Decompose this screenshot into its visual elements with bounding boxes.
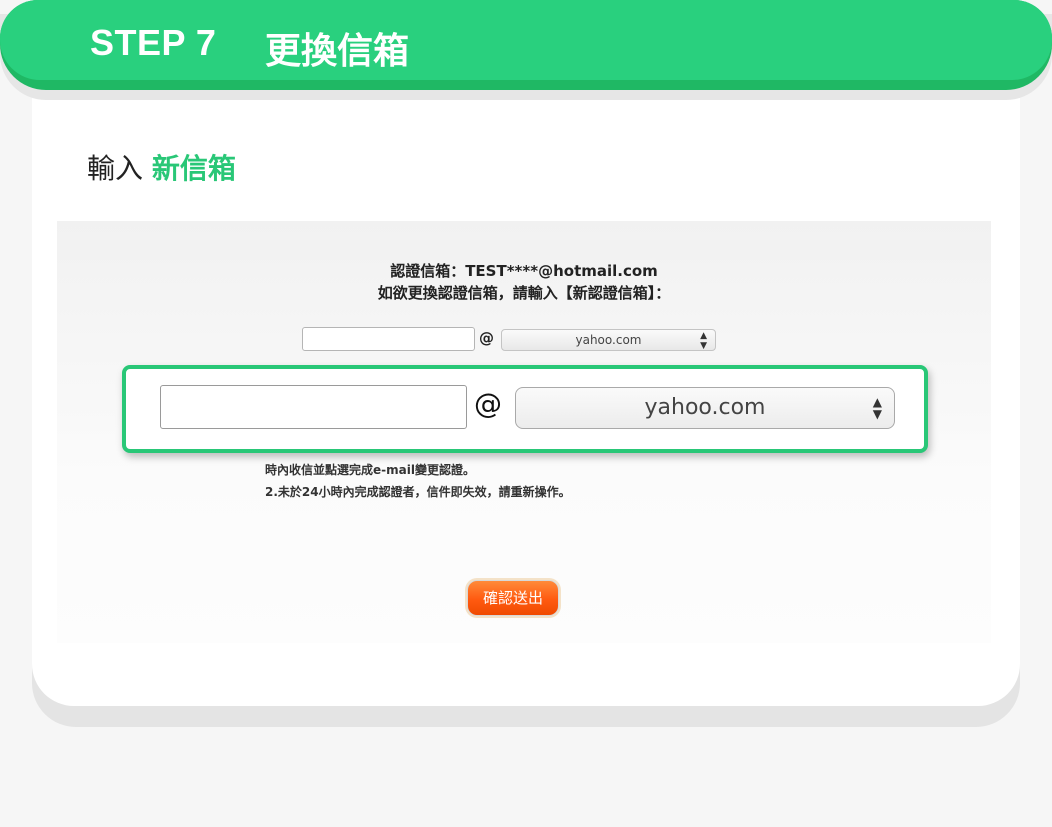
note-line-1: 時內收信並點選完成e-mail變更認證。: [265, 463, 475, 477]
note-line-2: 2.未於24小時內完成認證者，信件即失效，請重新操作。: [265, 485, 571, 499]
current-email-text: 認證信箱：TEST****@hotmail.com: [390, 262, 658, 280]
step-number: STEP 7: [90, 22, 217, 63]
zoomed-email-domain-select[interactable]: yahoo.com ▲ ▼: [515, 387, 895, 429]
zoomed-email-username-input[interactable]: [160, 385, 467, 429]
at-symbol: @: [479, 329, 494, 347]
zoomed-email-field-callout: @ yahoo.com ▲ ▼: [122, 365, 928, 453]
zoomed-domain-select-value: yahoo.com: [644, 395, 766, 420]
domain-select-value: yahoo.com: [575, 333, 642, 347]
step-title: 更換信箱: [265, 31, 410, 72]
instruction-text: 如欲更換認證信箱，請輸入【新認證信箱】：: [377, 284, 671, 302]
step-header: STEP 7 更換信箱: [0, 0, 1052, 80]
email-domain-select[interactable]: yahoo.com ▲ ▼: [501, 329, 716, 351]
submit-button[interactable]: 確認送出: [467, 580, 559, 616]
select-arrows-icon: ▲ ▼: [700, 331, 707, 351]
zoomed-select-arrows-icon: ▲ ▼: [872, 395, 882, 421]
section-title-accent: 新信箱: [151, 152, 236, 185]
section-title: 輸入 新信箱: [87, 147, 236, 187]
section-title-prefix: 輸入: [87, 152, 144, 185]
email-username-input[interactable]: [302, 327, 475, 351]
zoomed-at-symbol: @: [474, 387, 502, 420]
